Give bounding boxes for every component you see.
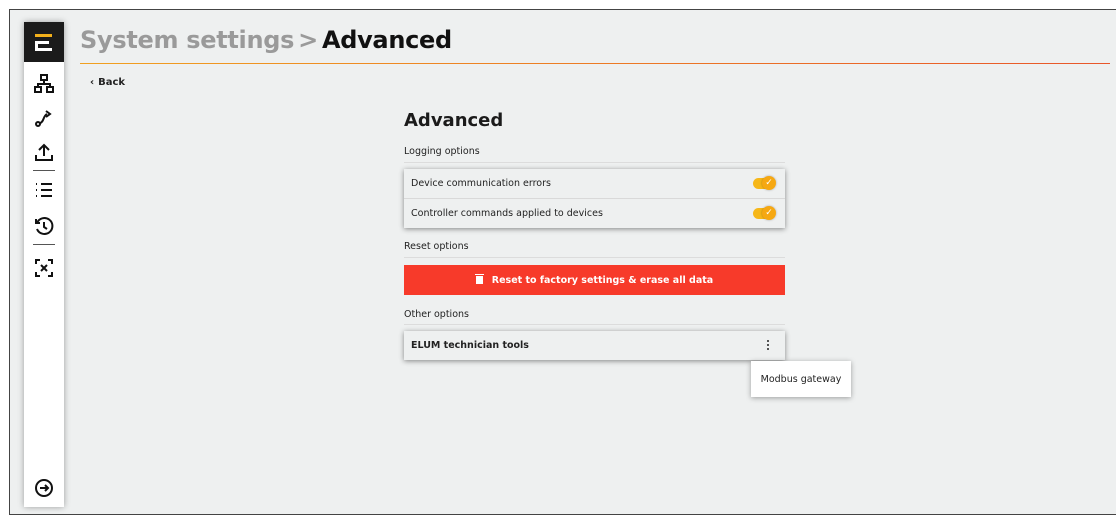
- check-icon: ✓: [762, 206, 776, 220]
- page-title: System settings > Advanced: [80, 26, 452, 54]
- other-options-card: ELUM technician tools: [404, 331, 785, 360]
- breadcrumb-separator: >: [298, 26, 318, 54]
- setting-label: Controller commands applied to devices: [411, 208, 603, 219]
- more-vertical-icon[interactable]: [765, 340, 771, 352]
- section-divider: [404, 324, 785, 325]
- logging-options-card: Device communication errors ✓ Controller…: [404, 169, 785, 228]
- route-icon[interactable]: [32, 106, 56, 130]
- breadcrumb-parent[interactable]: System settings: [80, 26, 294, 54]
- technician-tools-label: ELUM technician tools: [411, 340, 529, 351]
- reset-button-label: Reset to factory settings & erase all da…: [491, 274, 714, 286]
- sidebar-divider: [33, 170, 55, 171]
- logout-icon[interactable]: [32, 476, 56, 500]
- controller-commands-toggle[interactable]: ✓: [753, 206, 776, 220]
- reset-options-label: Reset options: [404, 241, 469, 252]
- sidebar-divider: [33, 244, 55, 245]
- section-divider: [404, 162, 785, 163]
- popup-menu: Modbus gateway: [751, 361, 851, 397]
- reset-factory-button[interactable]: Reset to factory settings & erase all da…: [404, 265, 785, 295]
- list-icon[interactable]: [32, 178, 56, 202]
- section-title: Advanced: [404, 110, 504, 131]
- logging-options-label: Logging options: [404, 146, 480, 157]
- setting-label: Device communication errors: [411, 178, 551, 189]
- breadcrumb-current: Advanced: [321, 26, 452, 54]
- chevron-left-icon: ‹: [90, 77, 95, 88]
- app-logo[interactable]: [24, 22, 64, 62]
- history-timer-icon[interactable]: [32, 214, 56, 238]
- other-options-label: Other options: [404, 309, 469, 320]
- back-link[interactable]: ‹ Back: [90, 77, 125, 88]
- scan-focus-icon[interactable]: [32, 256, 56, 280]
- trash-icon: [474, 274, 484, 284]
- list-item: Device communication errors ✓: [404, 169, 785, 198]
- device-communication-errors-toggle[interactable]: ✓: [753, 176, 776, 190]
- menu-item-modbus-gateway[interactable]: Modbus gateway: [761, 374, 842, 385]
- list-item: Controller commands applied to devices ✓: [404, 198, 785, 228]
- list-item[interactable]: ELUM technician tools: [404, 331, 785, 360]
- upload-icon[interactable]: [32, 140, 56, 164]
- header-divider: [80, 63, 1110, 64]
- back-label: Back: [98, 77, 126, 88]
- sidebar: [24, 22, 64, 507]
- network-hierarchy-icon[interactable]: [32, 72, 56, 96]
- app-frame: [9, 9, 1116, 515]
- section-divider: [404, 257, 785, 258]
- check-icon: ✓: [762, 176, 776, 190]
